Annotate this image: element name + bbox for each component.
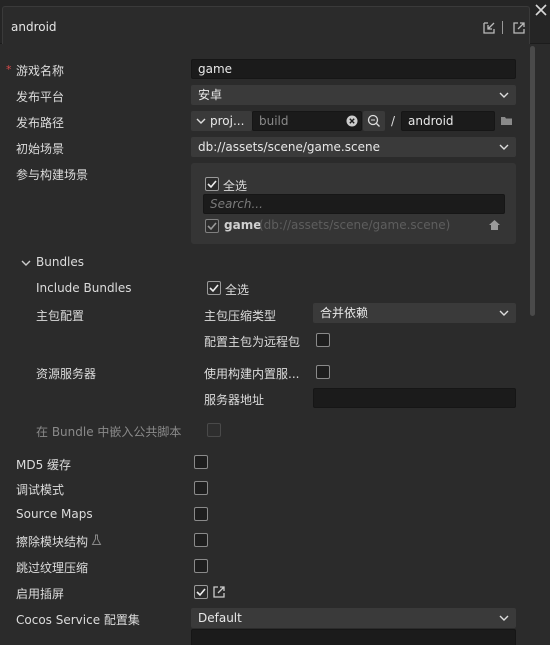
close-icon[interactable] <box>533 2 549 18</box>
edit-icon[interactable] <box>212 585 226 599</box>
chevron-down-icon <box>196 118 206 124</box>
clear-icon[interactable] <box>346 115 358 127</box>
cocos-service-label: Cocos Service 配置集 <box>16 613 140 627</box>
platform-select[interactable]: 安卓 <box>191 85 516 105</box>
scene-game-checkbox[interactable] <box>205 219 219 233</box>
game-name-input[interactable]: game <box>191 59 516 79</box>
compression-value: 合并依赖 <box>320 306 369 320</box>
path-prefix: proj... <box>210 114 245 128</box>
path-prefix-select[interactable]: proj... <box>191 111 252 131</box>
select-all-scenes-label: 全选 <box>223 179 248 193</box>
remote-label: 配置主包为远程包 <box>204 335 301 349</box>
search-icon <box>367 114 380 127</box>
cocos-service-details <box>191 629 516 645</box>
select-all-scenes-checkbox[interactable] <box>205 177 219 191</box>
platform-label: 发布平台 <box>16 90 65 104</box>
scene-name: game <box>224 218 262 232</box>
checkmark-icon <box>196 588 206 597</box>
embed-script-label: 在 Bundle 中嵌入公共脚本 <box>36 425 182 439</box>
chevron-down-icon <box>499 144 509 150</box>
scene-search-input[interactable]: Search... <box>203 194 505 214</box>
build-scenes-label: 参与构建场景 <box>16 168 89 182</box>
chevron-down-icon <box>499 615 509 621</box>
path-separator: / <box>391 114 396 128</box>
start-scene-select[interactable]: db://assets/scene/game.scene <box>191 137 516 157</box>
path-label: 发布路径 <box>16 116 65 130</box>
cocos-service-value: Default <box>198 611 242 625</box>
cocos-service-select[interactable]: Default <box>191 608 516 628</box>
md5-label: MD5 缓存 <box>16 458 72 472</box>
toolbar-divider <box>502 21 503 34</box>
debug-label: 调试模式 <box>16 483 65 497</box>
server-addr-label: 服务器地址 <box>204 393 265 407</box>
required-marker: * <box>6 63 12 76</box>
path-folder-input[interactable]: android <box>401 111 495 131</box>
chevron-down-icon <box>499 92 509 98</box>
include-bundles-label: Include Bundles <box>36 281 132 295</box>
erase-modules-label: 擦除模块结构 <box>16 535 89 549</box>
splash-checkbox[interactable] <box>194 585 208 599</box>
checkmark-icon <box>207 222 217 231</box>
window-title: android <box>11 20 57 34</box>
chevron-down-icon <box>499 310 509 316</box>
erase-modules-checkbox[interactable] <box>194 533 208 547</box>
checkmark-icon <box>209 284 219 293</box>
platform-value: 安卓 <box>198 88 223 102</box>
sourcemaps-label: Source Maps <box>16 507 93 521</box>
game-name-label: 游戏名称 <box>16 64 65 78</box>
bundles-header[interactable]: Bundles <box>36 255 84 269</box>
flask-icon <box>91 534 102 545</box>
skip-compress-label: 跳过纹理压缩 <box>16 561 89 575</box>
use-builtin-label: 使用构建内置服... <box>204 367 300 381</box>
start-scene-label: 初始场景 <box>16 142 65 156</box>
use-builtin-checkbox[interactable] <box>316 365 330 379</box>
include-bundles-select-all: 全选 <box>225 283 250 297</box>
path-search-button[interactable] <box>363 111 385 131</box>
export-icon[interactable] <box>512 21 526 35</box>
home-icon[interactable] <box>488 219 501 231</box>
compression-label: 主包压缩类型 <box>204 309 277 323</box>
folder-icon[interactable] <box>500 115 513 126</box>
remote-checkbox[interactable] <box>316 333 330 347</box>
checkmark-icon <box>207 180 217 189</box>
import-icon[interactable] <box>482 21 496 35</box>
scrollbar-thumb[interactable] <box>530 46 535 316</box>
chevron-down-icon[interactable] <box>21 259 31 267</box>
md5-checkbox[interactable] <box>194 455 208 469</box>
sourcemaps-checkbox[interactable] <box>194 507 208 521</box>
splash-label: 启用插屏 <box>16 587 65 601</box>
window-tab[interactable] <box>2 6 530 44</box>
start-scene-value: db://assets/scene/game.scene <box>198 140 380 154</box>
scene-path: (db://assets/scene/game.scene) <box>259 218 451 232</box>
compression-select[interactable]: 合并依赖 <box>313 303 516 323</box>
skip-compress-checkbox[interactable] <box>194 559 208 573</box>
include-bundles-checkbox[interactable] <box>207 281 221 295</box>
server-addr-input[interactable] <box>313 388 516 408</box>
debug-checkbox[interactable] <box>194 481 208 495</box>
server-label: 资源服务器 <box>36 367 97 381</box>
embed-script-checkbox[interactable] <box>207 423 221 437</box>
main-config-label: 主包配置 <box>36 309 85 323</box>
